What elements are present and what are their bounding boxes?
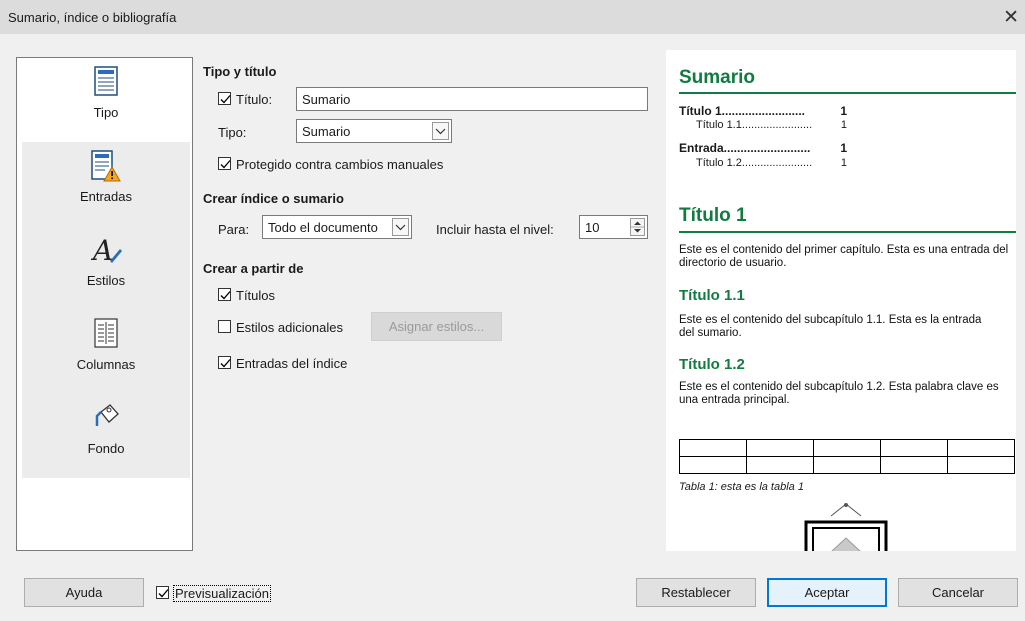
sidebar-item-label: Estilos <box>86 273 126 288</box>
toc-entry: Entrada.......................... 1 <box>679 141 847 155</box>
sidebar-item-columnas[interactable]: Columnas <box>22 310 190 394</box>
sidebar: Tipo Entradas A Estilos Columnas Fondo <box>16 57 193 551</box>
document-warning-icon <box>22 150 190 182</box>
preview-h1: Título 1 <box>679 205 747 226</box>
type-select-value: Sumario <box>302 124 351 139</box>
section-heading-type: Tipo y título <box>203 64 277 79</box>
picture-frame-icon <box>796 502 896 551</box>
level-label: Incluir hasta el nivel: <box>436 222 554 237</box>
preview-paragraph: Este es el contenido del subcapítulo 1.2… <box>679 381 999 406</box>
columns-icon <box>22 318 190 350</box>
preview-paragraph: Este es el contenido del primer capítulo… <box>679 244 1009 269</box>
preview-table <box>679 439 1015 474</box>
level-spinbox[interactable]: 10 <box>579 215 648 239</box>
titles-label: Títulos <box>236 288 276 303</box>
protected-label: Protegido contra cambios manuales <box>236 157 444 172</box>
svg-text:A: A <box>90 234 113 266</box>
titles-checkbox[interactable] <box>218 288 231 301</box>
section-heading-create: Crear índice o sumario <box>203 191 344 206</box>
window-title: Sumario, índice o bibliografía <box>8 10 177 25</box>
document-icon <box>22 66 190 98</box>
sidebar-item-tipo[interactable]: Tipo <box>22 58 190 142</box>
chevron-down-icon <box>432 122 449 140</box>
sidebar-item-label: Tipo <box>93 105 119 120</box>
toc-entry: Título 1......................... 1 <box>679 104 847 118</box>
sidebar-item-label: Entradas <box>79 189 133 204</box>
paint-bucket-icon <box>22 402 190 434</box>
preview-heading: Sumario <box>679 67 756 88</box>
protected-checkbox[interactable] <box>218 157 231 170</box>
title-bar: Sumario, índice o bibliografía ✕ <box>0 0 1025 34</box>
table-caption: Tabla 1: esta es la tabla 1 <box>679 481 804 493</box>
preview-h2: Título 1.1 <box>679 287 745 304</box>
for-select-value: Todo el documento <box>268 220 378 235</box>
type-label: Tipo: <box>218 125 247 140</box>
additional-styles-label: Estilos adicionales <box>236 320 343 335</box>
preview-pane: Sumario Título 1........................… <box>666 50 1016 551</box>
preview-checkbox-label: Previsualización <box>173 585 271 602</box>
title-checkbox[interactable] <box>218 92 231 105</box>
preview-h2: Título 1.2 <box>679 356 745 373</box>
index-entries-label: Entradas del índice <box>236 356 348 371</box>
index-entries-checkbox[interactable] <box>218 356 231 369</box>
toc-entry: Título 1.1....................... 1 <box>696 119 847 131</box>
sidebar-item-fondo[interactable]: Fondo <box>22 394 190 478</box>
for-label: Para: <box>218 222 250 237</box>
title-checkbox-label: Título: <box>236 92 273 107</box>
preview-paragraph: Este es el contenido del subcapítulo 1.1… <box>679 314 982 339</box>
type-select[interactable]: Sumario <box>296 119 452 143</box>
sidebar-item-entradas[interactable]: Entradas <box>22 142 190 226</box>
help-button[interactable]: Ayuda <box>24 578 144 607</box>
additional-styles-checkbox[interactable] <box>218 320 231 333</box>
reset-button[interactable]: Restablecer <box>636 578 756 607</box>
for-select[interactable]: Todo el documento <box>262 215 412 239</box>
section-heading-from: Crear a partir de <box>203 261 304 276</box>
preview-checkbox[interactable] <box>156 586 169 599</box>
sidebar-item-label: Columnas <box>76 357 136 372</box>
title-input[interactable]: Sumario <box>296 87 648 111</box>
close-icon[interactable]: ✕ <box>1003 6 1019 29</box>
spin-arrows-icon[interactable] <box>630 218 645 236</box>
sidebar-item-label: Fondo <box>87 441 125 456</box>
preview-heading-rule <box>679 92 1016 94</box>
toc-entry: Título 1.2....................... 1 <box>696 157 847 169</box>
styles-icon: A <box>22 234 190 266</box>
cancel-button[interactable]: Cancelar <box>898 578 1018 607</box>
ok-button[interactable]: Aceptar <box>767 578 887 607</box>
chevron-down-icon <box>392 218 409 236</box>
sidebar-item-estilos[interactable]: A Estilos <box>22 226 190 310</box>
level-value: 10 <box>585 220 600 235</box>
preview-h1-rule <box>679 231 1016 233</box>
assign-styles-button[interactable]: Asignar estilos... <box>371 312 502 341</box>
